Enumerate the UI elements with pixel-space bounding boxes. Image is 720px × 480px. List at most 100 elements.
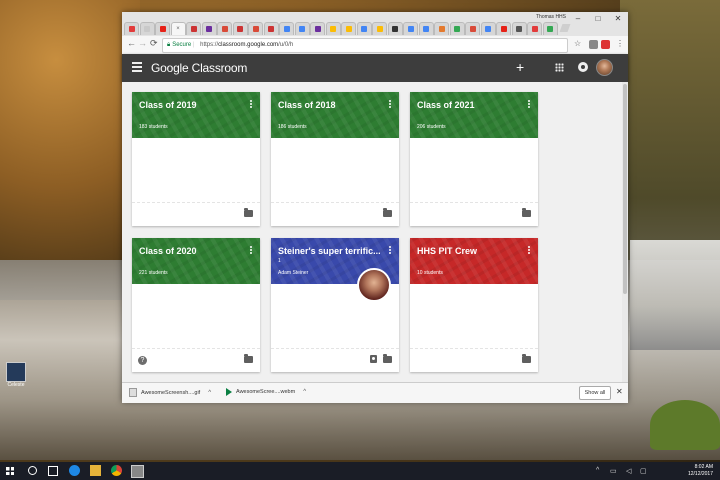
- folder-icon[interactable]: [244, 354, 253, 363]
- class-card[interactable]: Steiner's super terrific... 1 Adam Steiner: [271, 238, 399, 372]
- close-icon[interactable]: ✕: [616, 387, 623, 396]
- browser-tab[interactable]: [310, 22, 325, 35]
- class-card-header[interactable]: Class of 2018 186 students: [271, 92, 399, 138]
- folder-icon[interactable]: [522, 208, 531, 217]
- help-icon[interactable]: ?: [138, 356, 147, 365]
- class-title[interactable]: HHS PIT Crew: [417, 246, 521, 256]
- browser-tab[interactable]: [465, 22, 480, 35]
- student-work-icon[interactable]: [370, 355, 377, 363]
- forward-arrow-icon[interactable]: →: [138, 38, 147, 48]
- volume-icon[interactable]: ◁: [626, 467, 631, 475]
- close-tab-icon[interactable]: ×: [176, 26, 180, 32]
- browser-tab[interactable]: [124, 22, 139, 35]
- chrome-icon[interactable]: [111, 465, 122, 476]
- extension-icon[interactable]: [601, 40, 610, 49]
- class-title[interactable]: Class of 2019: [139, 100, 243, 110]
- browser-tab[interactable]: [449, 22, 465, 35]
- class-card-header[interactable]: Class of 2021 206 students: [410, 92, 538, 138]
- more-options-icon[interactable]: [389, 100, 391, 109]
- more-options-icon[interactable]: [528, 100, 530, 109]
- browser-tab[interactable]: ×: [170, 22, 186, 35]
- more-options-icon[interactable]: [389, 246, 391, 255]
- address-bar[interactable]: 🔒︎ Secure | https://classroom.google.com/…: [162, 38, 568, 53]
- browser-tab[interactable]: [248, 22, 263, 35]
- more-options-icon[interactable]: [250, 246, 252, 255]
- start-button-icon[interactable]: [6, 467, 14, 475]
- extension-icon[interactable]: [589, 40, 598, 49]
- browser-tab[interactable]: [325, 22, 341, 35]
- google-classroom-logo[interactable]: Google Classroom: [151, 61, 247, 75]
- class-card-header[interactable]: Class of 2019 183 students: [132, 92, 260, 138]
- download-item[interactable]: AwesomeScree....webm ^: [226, 388, 306, 396]
- more-options-icon[interactable]: [528, 246, 530, 255]
- browser-tab[interactable]: [232, 22, 248, 35]
- folder-icon[interactable]: [244, 208, 253, 217]
- task-view-icon[interactable]: [48, 466, 58, 476]
- more-options-icon[interactable]: [250, 100, 252, 109]
- minimize-button[interactable]: –: [568, 12, 588, 26]
- bookmark-star-icon[interactable]: ☆: [574, 39, 581, 48]
- notifications-icon[interactable]: [578, 62, 588, 72]
- hamburger-menu-icon[interactable]: [132, 62, 142, 74]
- browser-tab[interactable]: [217, 22, 232, 35]
- edge-browser-icon[interactable]: [69, 465, 80, 476]
- class-title[interactable]: Class of 2021: [417, 100, 521, 110]
- network-icon[interactable]: ▭: [610, 467, 617, 475]
- class-card[interactable]: Class of 2020 221 students?: [132, 238, 260, 372]
- browser-tab[interactable]: [201, 22, 217, 35]
- browser-tab[interactable]: [496, 22, 511, 35]
- browser-tab[interactable]: [434, 22, 449, 35]
- tray-chevron-icon[interactable]: ^: [596, 467, 599, 474]
- browser-tab[interactable]: [155, 22, 170, 35]
- scrollbar[interactable]: [622, 82, 628, 382]
- file-explorer-icon[interactable]: [90, 465, 101, 476]
- browser-tab[interactable]: [139, 22, 155, 35]
- browser-tab[interactable]: [542, 22, 558, 35]
- browser-tab[interactable]: [387, 22, 403, 35]
- class-card[interactable]: Class of 2021 206 students: [410, 92, 538, 226]
- folder-icon[interactable]: [383, 208, 392, 217]
- folder-icon[interactable]: [383, 354, 392, 363]
- browser-tab[interactable]: [186, 22, 201, 35]
- browser-tab[interactable]: [403, 22, 418, 35]
- account-avatar[interactable]: [596, 59, 613, 76]
- browser-tab[interactable]: [480, 22, 496, 35]
- chevron-up-icon[interactable]: ^: [303, 389, 306, 395]
- folder-icon[interactable]: [522, 354, 531, 363]
- show-all-button[interactable]: Show all: [579, 386, 611, 400]
- profile-name[interactable]: Thomas HHS: [536, 14, 566, 20]
- browser-tab[interactable]: [372, 22, 387, 35]
- browser-tab[interactable]: [511, 22, 527, 35]
- add-class-button[interactable]: +: [516, 59, 524, 75]
- new-tab-button[interactable]: [559, 24, 571, 32]
- card-divider: [410, 202, 538, 203]
- browser-tab[interactable]: [294, 22, 310, 35]
- search-icon[interactable]: [28, 466, 37, 475]
- maximize-button[interactable]: □: [588, 12, 608, 26]
- class-card-header[interactable]: Class of 2020 221 students: [132, 238, 260, 284]
- taskbar-clock[interactable]: 8:02 AM 12/12/2017: [688, 464, 713, 478]
- menu-dots-icon[interactable]: ⋮: [616, 39, 624, 48]
- google-apps-icon[interactable]: [555, 63, 564, 72]
- download-item[interactable]: AwesomeScreensh....gif ^: [129, 388, 211, 397]
- app-icon[interactable]: [131, 465, 144, 478]
- browser-tab[interactable]: [279, 22, 294, 35]
- back-arrow-icon[interactable]: ←: [127, 38, 136, 48]
- browser-tab[interactable]: [263, 22, 279, 35]
- browser-tab[interactable]: [527, 22, 542, 35]
- browser-tab[interactable]: [341, 22, 356, 35]
- reload-icon[interactable]: ⟳: [150, 38, 158, 49]
- browser-tab[interactable]: [418, 22, 434, 35]
- close-window-button[interactable]: ✕: [608, 12, 628, 26]
- class-card[interactable]: Class of 2019 183 students: [132, 92, 260, 226]
- browser-tab[interactable]: [356, 22, 372, 35]
- class-card[interactable]: HHS PIT Crew 10 students: [410, 238, 538, 372]
- chevron-up-icon[interactable]: ^: [208, 390, 211, 396]
- class-card-header[interactable]: HHS PIT Crew 10 students: [410, 238, 538, 284]
- class-card[interactable]: Class of 2018 186 students: [271, 92, 399, 226]
- desktop-icon[interactable]: Celeste: [4, 362, 28, 388]
- class-title[interactable]: Class of 2018: [278, 100, 382, 110]
- class-title[interactable]: Class of 2020: [139, 246, 243, 256]
- class-title[interactable]: Steiner's super terrific...: [278, 246, 382, 256]
- language-icon[interactable]: ▢: [640, 467, 647, 475]
